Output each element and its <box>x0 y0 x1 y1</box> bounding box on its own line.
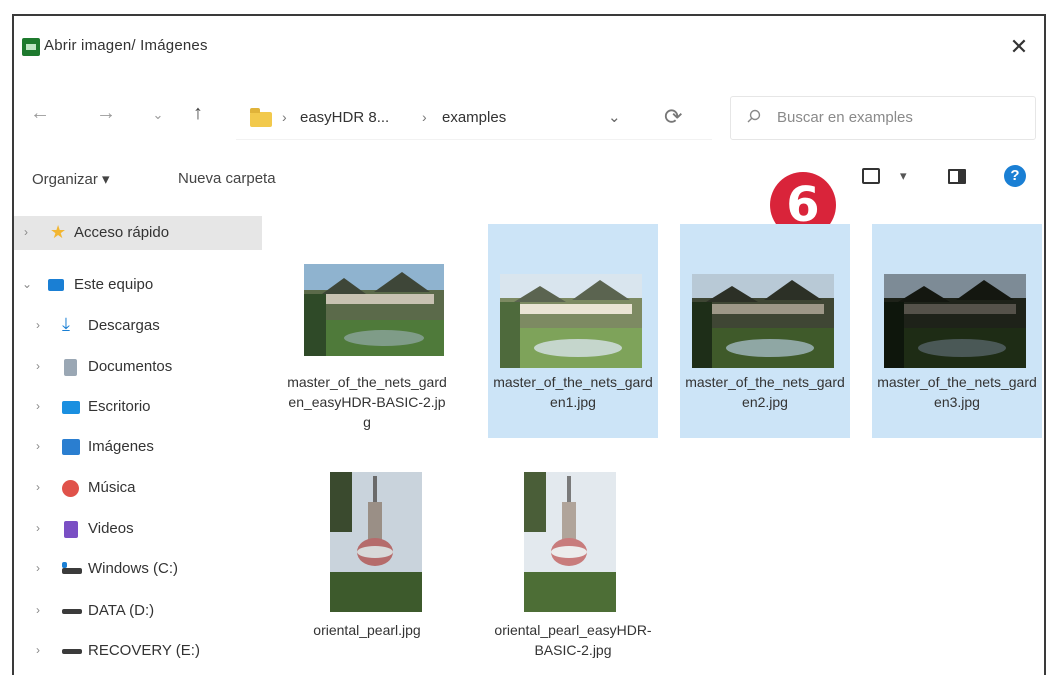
sidebar-item-label: Escritorio <box>88 398 151 415</box>
recent-locations-chevron-icon[interactable]: ⌄ <box>144 107 172 123</box>
file-thumbnail <box>524 472 616 612</box>
sidebar-item-desktop[interactable]: › Escritorio <box>14 390 262 424</box>
sidebar-item-label: Imágenes <box>88 438 154 455</box>
sidebar-item-music[interactable]: › Música <box>14 471 262 505</box>
sidebar-item-drive-d[interactable]: › DATA (D:) <box>14 594 262 628</box>
sidebar-item-this-pc[interactable]: ⌄ Este equipo <box>14 268 262 302</box>
sidebar-item-quick-access[interactable]: › ★ Acceso rápido <box>14 216 262 250</box>
video-icon <box>64 521 78 538</box>
expand-chevron-icon[interactable]: › <box>36 399 40 413</box>
search-placeholder: Buscar en examples <box>777 109 913 126</box>
expand-chevron-icon[interactable]: › <box>36 439 40 453</box>
expand-chevron-icon[interactable]: › <box>36 643 40 657</box>
download-icon: ⤓ <box>62 314 70 334</box>
sidebar-item-drive-c[interactable]: › Windows (C:) <box>14 552 262 586</box>
forward-arrow-icon[interactable]: → <box>92 102 120 125</box>
file-name: master_of_the_nets_garden_easyHDR-BASIC-… <box>287 374 447 430</box>
refresh-icon[interactable]: ⟳ <box>664 104 682 130</box>
window-title: Abrir imagen/ Imágenes <box>44 37 208 54</box>
command-bar: Organizar ▾ Nueva carpeta ▾ ? <box>14 156 1044 200</box>
expand-chevron-icon[interactable]: › <box>24 225 28 239</box>
breadcrumb-separator-icon: › <box>422 109 427 125</box>
drive-icon <box>62 649 82 654</box>
expand-chevron-icon[interactable]: › <box>36 318 40 332</box>
view-options-chevron-icon[interactable]: ▾ <box>900 168 907 184</box>
pictures-icon <box>62 439 80 455</box>
windows-logo-icon <box>62 562 67 568</box>
breadcrumb-easyhdr[interactable]: easyHDR 8... <box>300 109 389 126</box>
desktop-icon <box>62 401 80 414</box>
sidebar-item-videos[interactable]: › Videos <box>14 512 262 546</box>
sidebar-item-label: Descargas <box>88 317 160 334</box>
file-name: oriental_pearl_easyHDR-BASIC-2.jpg <box>494 622 652 658</box>
file-thumbnail <box>330 472 422 612</box>
collapse-chevron-icon[interactable]: ⌄ <box>22 277 32 291</box>
expand-chevron-icon[interactable]: › <box>36 561 40 575</box>
expand-chevron-icon[interactable]: › <box>36 521 40 535</box>
address-bar[interactable]: › easyHDR 8... › examples ⌄ ⟳ <box>236 96 712 140</box>
breadcrumb-examples[interactable]: examples <box>442 109 506 126</box>
sidebar-item-label: Windows (C:) <box>88 560 179 577</box>
sidebar-item-label: Documentos <box>88 358 173 375</box>
file-name: oriental_pearl.jpg <box>313 622 421 638</box>
change-view-icon[interactable] <box>862 168 880 184</box>
file-thumbnail <box>692 274 834 368</box>
file-name: master_of_the_nets_garden2.jpg <box>685 374 845 410</box>
app-icon <box>22 38 40 56</box>
file-grid: master_of_the_nets_garden_easyHDR-BASIC-… <box>272 212 1044 675</box>
close-icon[interactable]: ✕ <box>1004 32 1034 62</box>
search-icon <box>747 109 761 123</box>
sidebar-item-label: DATA (D:) <box>88 602 155 619</box>
sidebar-item-label: Videos <box>88 520 134 537</box>
document-icon <box>64 359 77 376</box>
sidebar-item-label: Música <box>88 479 136 496</box>
sidebar-item-label: RECOVERY (E:) <box>88 642 200 659</box>
folder-icon <box>250 108 272 127</box>
sidebar-item-pictures[interactable]: › Imágenes <box>14 430 262 464</box>
drive-icon <box>62 568 82 574</box>
star-icon: ★ <box>50 222 67 242</box>
address-dropdown-chevron-icon[interactable]: ⌄ <box>608 108 621 126</box>
computer-icon <box>48 279 64 291</box>
preview-pane-icon[interactable] <box>948 169 966 184</box>
up-arrow-icon[interactable]: ↑ <box>184 102 212 125</box>
navigation-bar: ← → ⌄ ↑ › easyHDR 8... › examples ⌄ ⟳ Bu… <box>14 88 1044 144</box>
breadcrumb-separator-icon: › <box>282 109 287 125</box>
help-icon[interactable]: ? <box>1004 165 1026 187</box>
sidebar-item-label: Acceso rápido <box>74 224 170 241</box>
back-arrow-icon[interactable]: ← <box>26 102 54 125</box>
sidebar-item-downloads[interactable]: › ⤓ Descargas <box>14 309 262 343</box>
sidebar-item-documents[interactable]: › Documentos <box>14 350 262 384</box>
music-icon <box>62 480 79 497</box>
file-thumbnail <box>304 264 444 356</box>
organize-button[interactable]: Organizar ▾ <box>32 170 110 188</box>
expand-chevron-icon[interactable]: › <box>36 603 40 617</box>
search-input[interactable]: Buscar en examples <box>730 96 1036 140</box>
file-thumbnail <box>500 274 642 368</box>
open-image-dialog: Abrir imagen/ Imágenes ✕ ← → ⌄ ↑ › easyH… <box>12 14 1046 675</box>
file-name: master_of_the_nets_garden1.jpg <box>493 374 653 410</box>
title-bar: Abrir imagen/ Imágenes ✕ <box>14 16 1044 76</box>
navigation-pane: › ★ Acceso rápido ⌄ Este equipo › ⤓ Desc… <box>14 212 262 675</box>
drive-icon <box>62 609 82 614</box>
expand-chevron-icon[interactable]: › <box>36 480 40 494</box>
expand-chevron-icon[interactable]: › <box>36 359 40 373</box>
new-folder-button[interactable]: Nueva carpeta <box>178 170 276 187</box>
sidebar-item-label: Este equipo <box>74 276 154 293</box>
file-thumbnail <box>884 274 1026 368</box>
sidebar-item-drive-e[interactable]: › RECOVERY (E:) <box>14 634 262 668</box>
file-name: master_of_the_nets_garden3.jpg <box>877 374 1037 410</box>
